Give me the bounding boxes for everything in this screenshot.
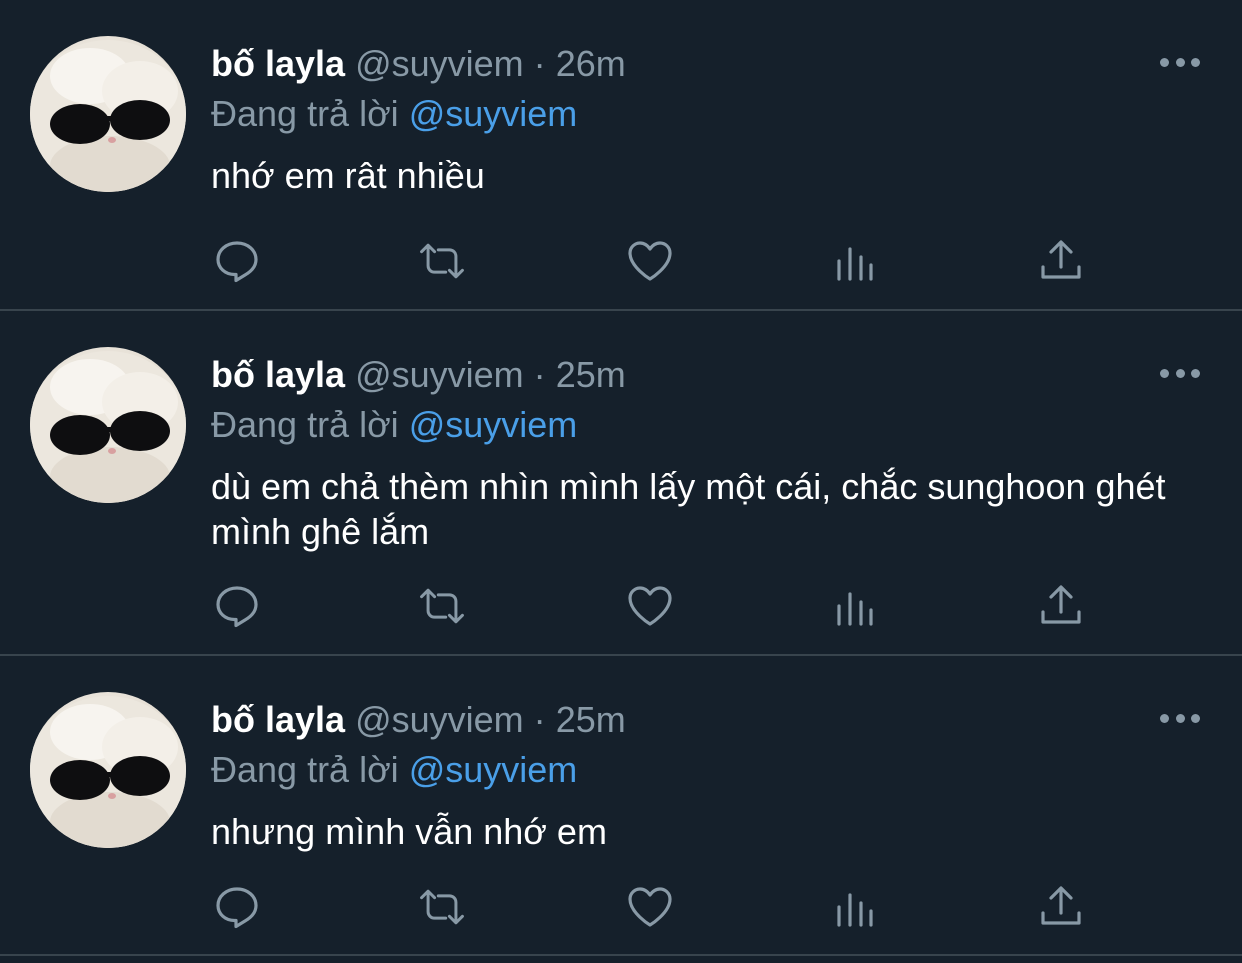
tweet-actions: [211, 581, 1091, 631]
reply-mention-link[interactable]: @suyviem: [409, 749, 578, 790]
reply-icon: [216, 586, 258, 628]
share-button[interactable]: [1035, 581, 1087, 631]
tweet-header: bố layla @suyviem · 25m: [211, 698, 626, 742]
user-handle[interactable]: @suyviem: [355, 354, 524, 395]
reply-icon: [216, 887, 258, 929]
user-handle[interactable]: @suyviem: [355, 43, 524, 84]
share-icon: [1041, 240, 1081, 279]
reply-button[interactable]: [211, 236, 263, 286]
cat-with-sunglasses-image: [30, 351, 186, 503]
timestamp[interactable]: 25m: [556, 354, 626, 395]
retweet-button[interactable]: [416, 882, 468, 932]
reply-mention-link[interactable]: @suyviem: [409, 404, 578, 445]
heart-icon: [628, 586, 672, 626]
avatar[interactable]: [30, 347, 186, 503]
separator-dot: ·: [533, 354, 546, 395]
reply-mention-link[interactable]: @suyviem: [409, 93, 578, 134]
reply-prefix: Đang trả lời: [211, 404, 399, 445]
tweet[interactable]: bố layla @suyviem · 25m Đang trả lời @su…: [0, 656, 1242, 956]
retweet-button[interactable]: [416, 236, 468, 286]
tweet-text: nhưng mình vẫn nhớ em: [211, 811, 607, 852]
analytics-icon: [837, 247, 873, 281]
like-button[interactable]: [624, 236, 676, 286]
avatar[interactable]: [30, 692, 186, 848]
heart-icon: [628, 887, 672, 927]
display-name[interactable]: bố layla: [211, 354, 345, 395]
display-name[interactable]: bố layla: [211, 699, 345, 740]
reply-context: Đang trả lời @suyviem: [211, 748, 577, 792]
reply-button[interactable]: [211, 581, 263, 631]
avatar[interactable]: [30, 36, 186, 192]
cat-with-sunglasses-image: [30, 696, 186, 848]
tweet[interactable]: bố layla @suyviem · 26m Đang trả lời @su…: [0, 0, 1242, 311]
analytics-icon: [837, 893, 873, 927]
reply-button[interactable]: [211, 882, 263, 932]
reply-prefix: Đang trả lời: [211, 749, 399, 790]
tweet-actions: [211, 882, 1091, 932]
retweet-icon: [420, 588, 464, 624]
timeline-feed: bố layla @suyviem · 26m Đang trả lời @su…: [0, 0, 1242, 956]
reply-icon: [216, 241, 258, 283]
more-horizontal-icon[interactable]: [1160, 50, 1200, 74]
share-button[interactable]: [1035, 882, 1087, 932]
reply-prefix: Đang trả lời: [211, 93, 399, 134]
timestamp[interactable]: 25m: [556, 699, 626, 740]
analytics-button[interactable]: [829, 236, 881, 286]
like-button[interactable]: [624, 882, 676, 932]
share-icon: [1041, 886, 1081, 925]
analytics-button[interactable]: [829, 882, 881, 932]
tweet-text: dù em chả thèm nhìn mình lấy một cái, ch…: [211, 466, 1166, 552]
tweet-text: nhớ em rât nhiều: [211, 155, 485, 196]
like-button[interactable]: [624, 581, 676, 631]
reply-context: Đang trả lời @suyviem: [211, 403, 577, 447]
separator-dot: ·: [533, 43, 546, 84]
reply-context: Đang trả lời @suyviem: [211, 92, 577, 136]
tweet-header: bố layla @suyviem · 25m: [211, 353, 626, 397]
timestamp[interactable]: 26m: [556, 43, 626, 84]
heart-icon: [628, 241, 672, 281]
more-horizontal-icon[interactable]: [1160, 361, 1200, 385]
separator-dot: ·: [533, 699, 546, 740]
analytics-button[interactable]: [829, 581, 881, 631]
retweet-icon: [420, 889, 464, 925]
display-name[interactable]: bố layla: [211, 43, 345, 84]
share-icon: [1041, 585, 1081, 624]
retweet-icon: [420, 243, 464, 279]
user-handle[interactable]: @suyviem: [355, 699, 524, 740]
tweet[interactable]: bố layla @suyviem · 25m Đang trả lời @su…: [0, 311, 1242, 656]
more-horizontal-icon[interactable]: [1160, 706, 1200, 730]
share-button[interactable]: [1035, 236, 1087, 286]
tweet-header: bố layla @suyviem · 26m: [211, 42, 626, 86]
tweet-actions: [211, 236, 1091, 286]
retweet-button[interactable]: [416, 581, 468, 631]
analytics-icon: [837, 592, 873, 626]
cat-with-sunglasses-image: [30, 40, 186, 192]
